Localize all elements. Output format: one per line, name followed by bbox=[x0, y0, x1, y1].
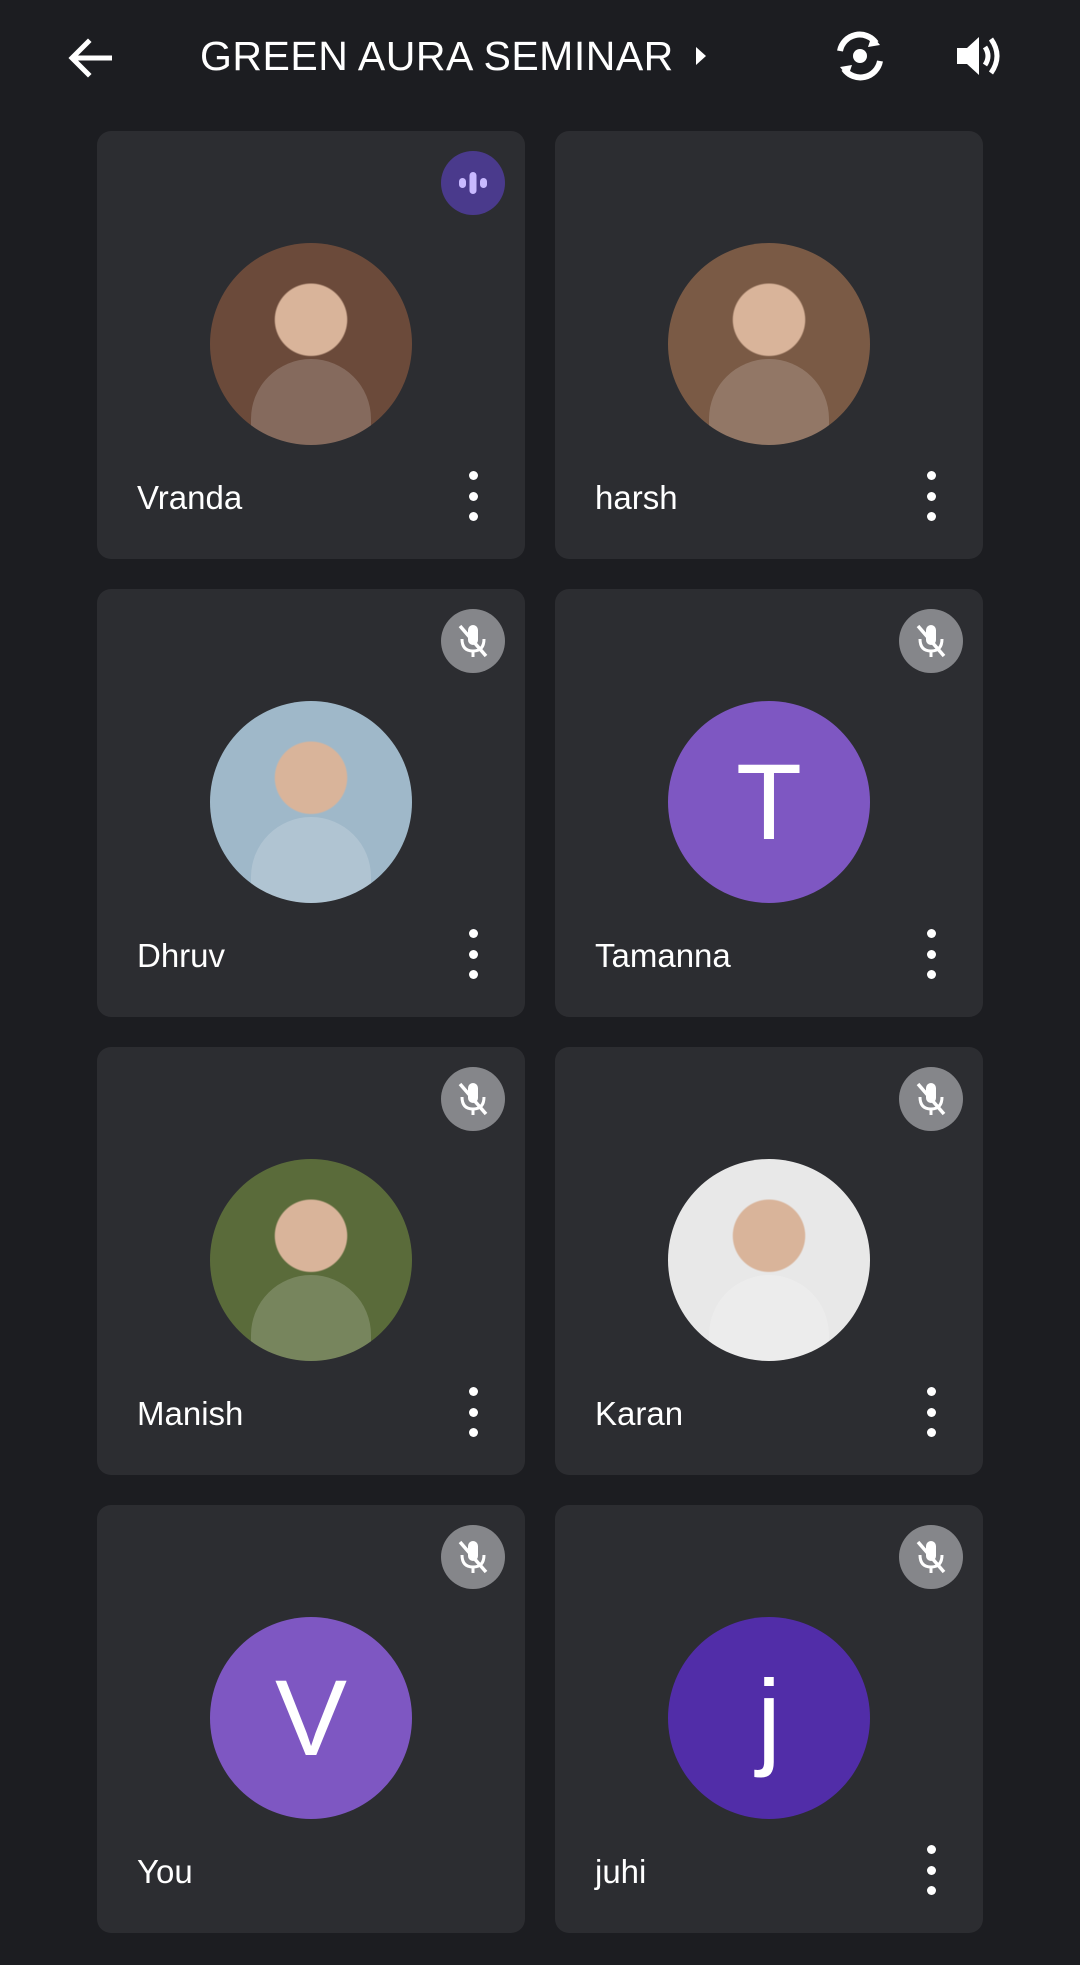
avatar bbox=[668, 1159, 870, 1361]
participant-tile[interactable]: j juhi bbox=[555, 1505, 983, 1933]
mic-off-icon bbox=[899, 609, 963, 673]
speaker-icon bbox=[957, 37, 1000, 75]
speaker-button[interactable] bbox=[950, 26, 1010, 86]
mic-off-icon bbox=[899, 1525, 963, 1589]
meeting-title: GREEN AURA SEMINAR bbox=[200, 32, 674, 79]
avatar-initial: T bbox=[736, 741, 802, 862]
participant-tile[interactable]: V You bbox=[97, 1505, 525, 1933]
avatar: V bbox=[210, 1617, 412, 1819]
back-button[interactable] bbox=[62, 30, 118, 86]
more-options-icon[interactable] bbox=[461, 929, 485, 979]
top-bar: GREEN AURA SEMINAR bbox=[0, 0, 1080, 110]
speaking-indicator-icon bbox=[441, 151, 505, 215]
avatar bbox=[668, 243, 870, 445]
profile-photo bbox=[709, 1275, 829, 1361]
participant-name: harsh bbox=[595, 479, 678, 516]
switch-camera-button[interactable] bbox=[830, 26, 890, 86]
avatar-initial: V bbox=[274, 1657, 348, 1778]
caret-right-icon bbox=[694, 45, 708, 67]
mic-off-icon bbox=[441, 1525, 505, 1589]
mic-off-icon bbox=[441, 609, 505, 673]
avatar bbox=[210, 243, 412, 445]
avatar-initial: j bbox=[757, 1657, 781, 1778]
participant-tile[interactable]: T Tamanna bbox=[555, 589, 983, 1017]
profile-photo bbox=[251, 359, 371, 445]
avatar: T bbox=[668, 701, 870, 903]
more-options-icon[interactable] bbox=[919, 1387, 943, 1437]
participant-tile[interactable]: Dhruv bbox=[97, 589, 525, 1017]
participant-name: Tamanna bbox=[595, 937, 731, 974]
participant-name: You bbox=[137, 1853, 193, 1890]
profile-photo bbox=[709, 359, 829, 445]
profile-photo bbox=[251, 817, 371, 903]
mic-off-icon bbox=[899, 1067, 963, 1131]
more-options-icon[interactable] bbox=[919, 1845, 943, 1895]
participant-tile[interactable]: harsh bbox=[555, 131, 983, 559]
switch-camera-icon bbox=[837, 31, 883, 81]
participant-name: Vranda bbox=[137, 479, 243, 516]
more-options-icon[interactable] bbox=[461, 471, 485, 521]
participant-name: juhi bbox=[595, 1853, 647, 1890]
profile-photo bbox=[251, 1275, 371, 1361]
avatar: j bbox=[668, 1617, 870, 1819]
mic-off-icon bbox=[441, 1067, 505, 1131]
more-options-icon[interactable] bbox=[461, 1387, 485, 1437]
arrow-left-icon bbox=[68, 38, 112, 78]
participant-tile[interactable]: Manish bbox=[97, 1047, 525, 1475]
avatar bbox=[210, 1159, 412, 1361]
participant-name: Manish bbox=[137, 1395, 244, 1432]
participant-name: Dhruv bbox=[137, 937, 226, 974]
participant-tile[interactable]: Karan bbox=[555, 1047, 983, 1475]
meeting-title-button[interactable]: GREEN AURA SEMINAR bbox=[200, 28, 708, 84]
participant-tile[interactable]: Vranda bbox=[97, 131, 525, 559]
more-options-icon[interactable] bbox=[919, 471, 943, 521]
more-options-icon[interactable] bbox=[919, 929, 943, 979]
avatar bbox=[210, 701, 412, 903]
participant-name: Karan bbox=[595, 1395, 684, 1432]
